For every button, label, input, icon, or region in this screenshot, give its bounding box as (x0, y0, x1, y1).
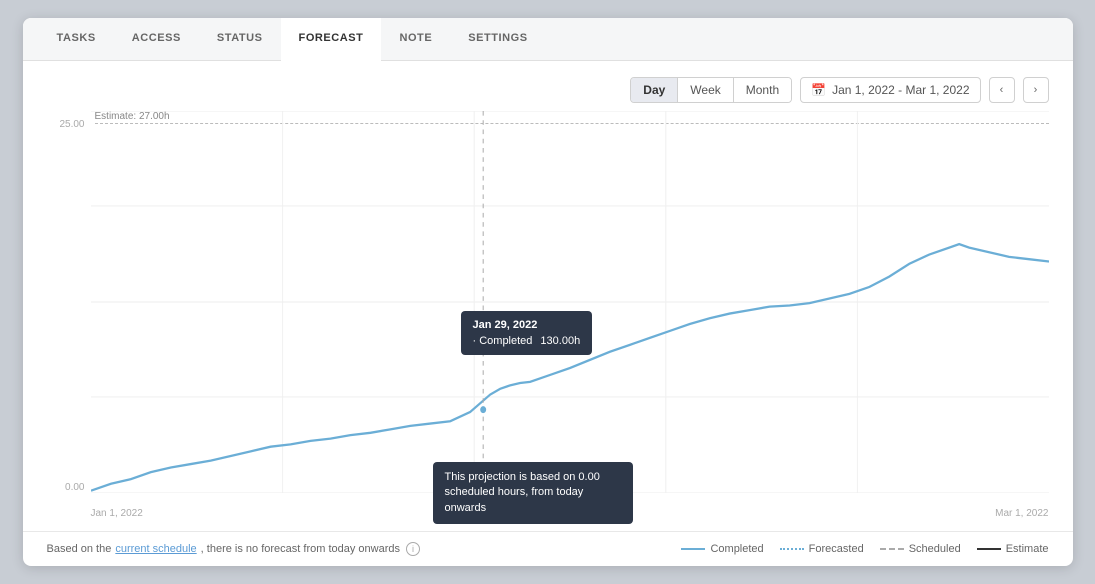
footer: Based on the current schedule , there is… (23, 531, 1073, 566)
info-tooltip: This projection is based on 0.00 schedul… (433, 462, 633, 524)
footer-text: Based on the current schedule , there is… (47, 542, 421, 556)
month-button[interactable]: Month (734, 78, 791, 102)
legend-estimate-label: Estimate (1006, 543, 1049, 555)
main-content: Day Week Month 📅 Jan 1, 2022 - Mar 1, 20… (23, 61, 1073, 531)
calendar-icon: 📅 (811, 83, 826, 97)
x-label-start: Jan 1, 2022 (91, 508, 143, 519)
current-schedule-link[interactable]: current schedule (115, 543, 196, 555)
tab-note[interactable]: NOTE (381, 18, 450, 60)
y-label-top: 25.00 (47, 119, 91, 130)
legend-completed: Completed (681, 543, 763, 555)
x-label-end: Mar 1, 2022 (995, 508, 1048, 519)
week-button[interactable]: Week (678, 78, 733, 102)
tooltip-dot (479, 405, 487, 414)
completed-line (91, 244, 1049, 491)
legend-forecasted-line (780, 548, 804, 550)
y-axis: 25.00 0.00 (47, 111, 91, 493)
legend-scheduled: Scheduled (880, 543, 961, 555)
legend-forecasted: Forecasted (780, 543, 864, 555)
chart-legend: Completed Forecasted Scheduled Estimate (681, 543, 1048, 555)
y-label-bottom: 0.00 (47, 482, 91, 493)
legend-scheduled-label: Scheduled (909, 543, 961, 555)
tab-status[interactable]: STATUS (199, 18, 281, 60)
tab-forecast[interactable]: FORECAST (281, 18, 382, 61)
chart-svg-container: Jan 29, 2022 · Completed 130.00h (91, 111, 1049, 493)
legend-estimate: Estimate (977, 543, 1049, 555)
date-range-text: Jan 1, 2022 - Mar 1, 2022 (832, 83, 969, 97)
prev-button[interactable]: ‹ (989, 77, 1015, 103)
day-button[interactable]: Day (631, 78, 678, 102)
tab-tasks[interactable]: TASKS (39, 18, 114, 60)
main-card: TASKS ACCESS STATUS FORECAST NOTE SETTIN… (23, 18, 1073, 566)
period-selector: Day Week Month (630, 77, 792, 103)
legend-estimate-line (977, 548, 1001, 550)
legend-completed-label: Completed (710, 543, 763, 555)
legend-completed-line (681, 548, 705, 550)
footer-text-after: , there is no forecast from today onward… (201, 543, 400, 555)
next-button[interactable]: › (1023, 77, 1049, 103)
chart-toolbar: Day Week Month 📅 Jan 1, 2022 - Mar 1, 20… (47, 77, 1049, 103)
date-range-picker[interactable]: 📅 Jan 1, 2022 - Mar 1, 2022 (800, 77, 980, 103)
chart-svg (91, 111, 1049, 493)
tab-access[interactable]: ACCESS (114, 18, 199, 60)
footer-text-before: Based on the (47, 543, 112, 555)
info-icon[interactable]: i (406, 542, 420, 556)
tab-settings[interactable]: SETTINGS (450, 18, 545, 60)
legend-forecasted-label: Forecasted (809, 543, 864, 555)
legend-scheduled-line (880, 548, 904, 550)
tab-bar: TASKS ACCESS STATUS FORECAST NOTE SETTIN… (23, 18, 1073, 61)
